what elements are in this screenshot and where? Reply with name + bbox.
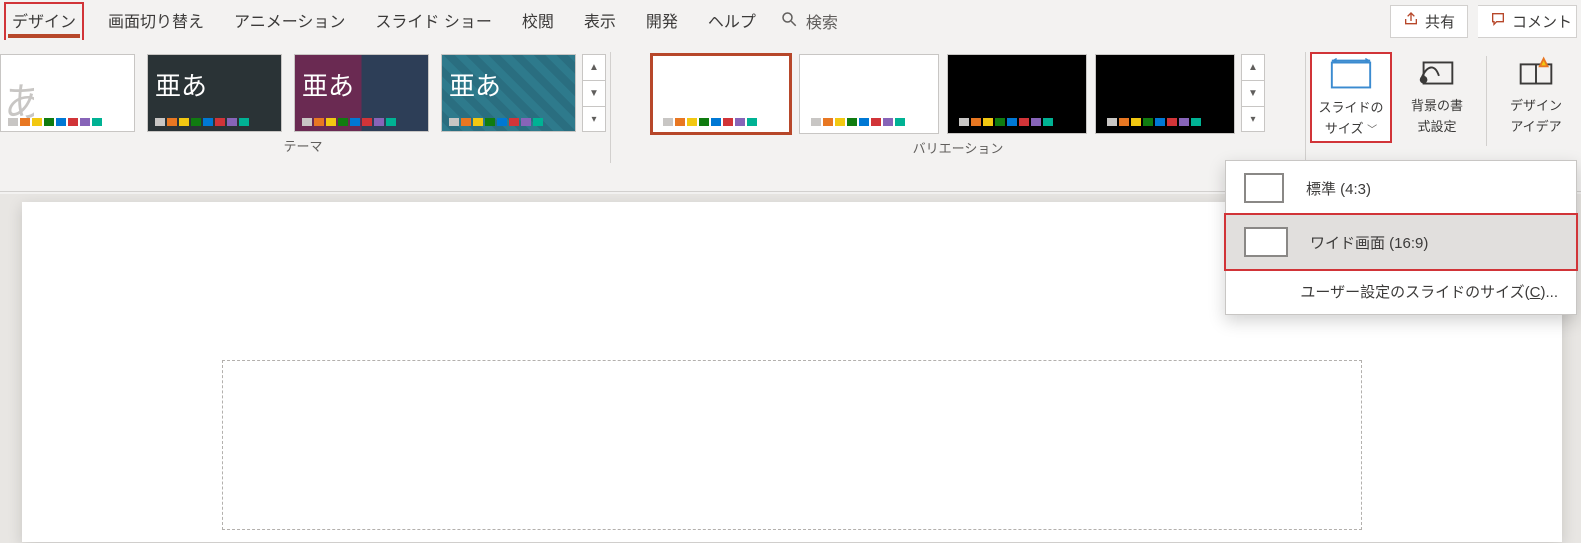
theme-swatches [302,118,396,126]
theme-swatches [155,118,249,126]
tab-animations[interactable]: アニメーション [228,2,351,40]
topbar-right-buttons: 共有 コメント [1390,5,1577,38]
format-background-icon [1414,56,1460,93]
group-themes: あ 亜あ 亜あ 亜あ ▲ ▼ ▾ [0,42,610,191]
design-ideas-icon [1513,56,1559,93]
slide-size-label-2: サイズ ﹀ [1325,118,1377,137]
slide-size-menu: 標準 (4:3) ワイド画面 (16:9) ユーザー設定のスライドのサイズ(C)… [1225,160,1577,315]
slide-size-custom[interactable]: ユーザー設定のスライドのサイズ(C)... [1226,269,1576,314]
variation-gallery [651,48,1235,134]
tab-transitions[interactable]: 画面切り替え [102,2,210,40]
theme-swatches [449,118,543,126]
variation-swatches [663,118,757,126]
slide-size-standard-icon [1244,173,1284,203]
share-button[interactable]: 共有 [1390,5,1468,38]
ribbon-tabstrip: デザイン 画面切り替え アニメーション スライド ショー 校閲 表示 開発 ヘル… [0,0,1581,42]
slide-size-icon [1328,58,1374,95]
slide-size-widescreen[interactable]: ワイド画面 (16:9) [1224,213,1578,271]
slide-size-label-1: スライドの [1318,97,1383,116]
ribbon-separator [1486,56,1487,146]
group-themes-label: テーマ [283,132,322,155]
tab-slideshow[interactable]: スライド ショー [369,2,497,40]
format-background-button[interactable]: 背景の書 式設定 [1396,52,1478,139]
variation-scroll-down[interactable]: ▼ [1241,80,1265,106]
search-icon [780,10,798,33]
design-ideas-label-2: アイデア [1510,116,1561,135]
chevron-down-icon: ﹀ [1367,125,1377,136]
tab-help[interactable]: ヘルプ [702,2,762,40]
group-variations-label: バリエーション [913,134,1004,157]
slide-size-widescreen-label: ワイド画面 (16:9) [1310,232,1428,253]
variation-swatches [959,118,1053,126]
theme-swatches [8,118,102,126]
slide-size-custom-label: ユーザー設定のスライドのサイズ(C)... [1300,281,1558,302]
comment-icon [1490,11,1506,31]
variation-thumb[interactable] [799,54,939,134]
variation-gallery-expand[interactable]: ▾ [1241,106,1265,132]
slide-size-standard-label: 標準 (4:3) [1306,178,1371,199]
design-ideas-label-1: デザイン [1510,95,1562,114]
theme-thumb-title: 亜あ [155,66,207,103]
variation-scroll-up[interactable]: ▲ [1241,54,1265,80]
theme-scroll-down[interactable]: ▼ [582,80,606,106]
slide-size-widescreen-icon [1244,227,1288,257]
slide-size-standard[interactable]: 標準 (4:3) [1226,161,1576,215]
theme-thumb-title: 亜あ [302,66,354,103]
share-label: 共有 [1425,11,1455,32]
variation-thumb[interactable] [651,54,791,134]
theme-thumb[interactable]: 亜あ [441,54,576,132]
variation-thumb[interactable] [1095,54,1235,134]
search-placeholder: 検索 [806,9,838,33]
slide-size-button[interactable]: スライドの サイズ ﹀ [1310,52,1392,143]
format-background-label-1: 背景の書 [1411,95,1463,114]
variation-swatches [1107,118,1201,126]
content-placeholder[interactable] [222,360,1362,530]
theme-thumb-title: 亜あ [449,66,501,103]
theme-thumb[interactable]: あ [0,54,135,132]
theme-thumb[interactable]: 亜あ [147,54,282,132]
theme-thumb[interactable]: 亜あ [294,54,429,132]
share-icon [1403,11,1419,31]
search-box[interactable]: 検索 [780,9,838,33]
comment-label: コメント [1512,11,1572,32]
variation-thumb[interactable] [947,54,1087,134]
theme-gallery-scroll: ▲ ▼ ▾ [582,54,606,132]
variation-gallery-scroll: ▲ ▼ ▾ [1241,54,1265,132]
tab-design[interactable]: デザイン [4,2,84,40]
comment-button[interactable]: コメント [1478,5,1577,38]
format-background-label-2: 式設定 [1417,116,1456,135]
tab-review[interactable]: 校閲 [516,2,560,40]
theme-gallery: あ 亜あ 亜あ 亜あ [0,48,576,132]
tab-view[interactable]: 表示 [578,2,622,40]
theme-scroll-up[interactable]: ▲ [582,54,606,80]
design-ideas-button[interactable]: デザイン アイデア [1495,52,1577,139]
tab-developer[interactable]: 開発 [640,2,684,40]
variation-swatches [811,118,905,126]
theme-gallery-expand[interactable]: ▾ [582,106,606,132]
group-variations: ▲ ▼ ▾ バリエーション [611,42,1305,191]
